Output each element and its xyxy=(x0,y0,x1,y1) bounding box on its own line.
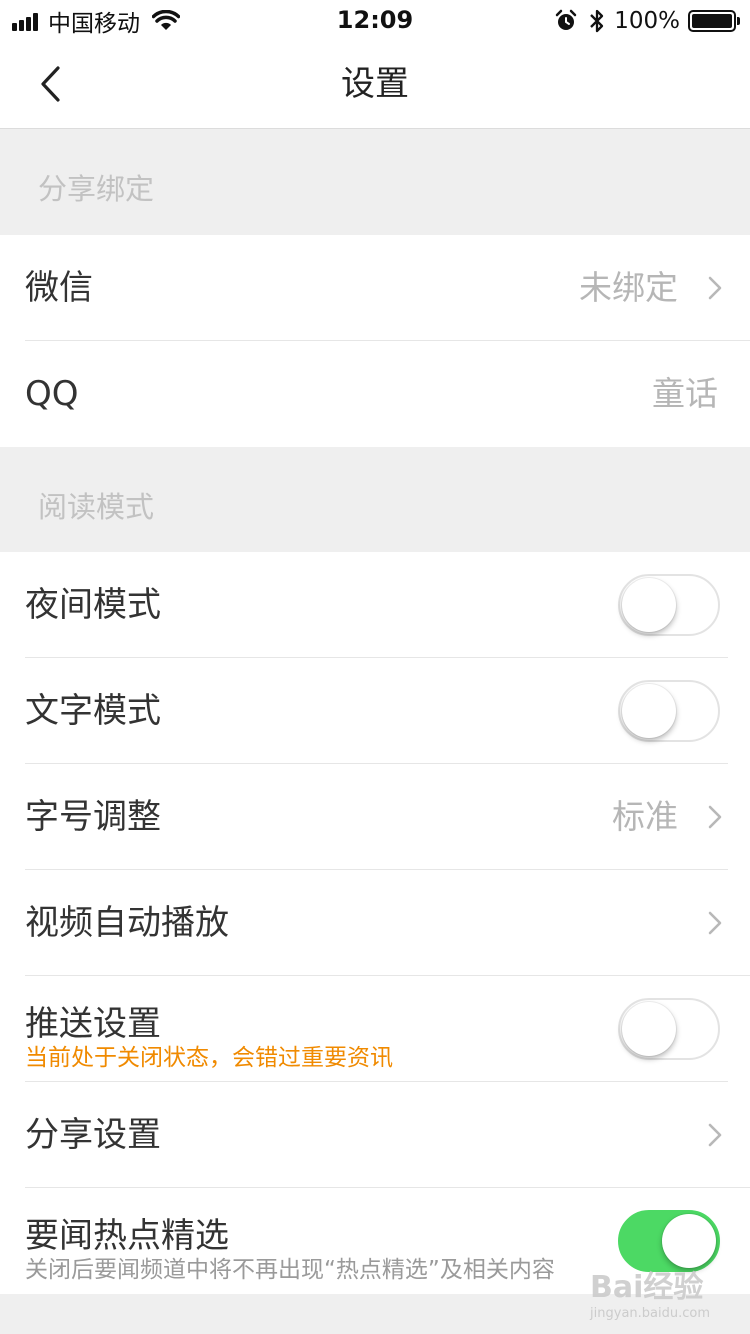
bluetooth-icon xyxy=(590,9,604,33)
chevron-right-icon xyxy=(708,911,722,935)
row-wechat[interactable]: 微信 未绑定 xyxy=(0,235,750,341)
chevron-right-icon xyxy=(708,805,722,829)
row-text-mode: 文字模式 xyxy=(0,658,750,764)
alarm-icon xyxy=(555,9,577,30)
row-label: 视频自动播放 xyxy=(25,903,229,943)
nav-bar: 设置 xyxy=(0,40,750,129)
row-value: 童话 xyxy=(652,374,718,413)
toggle-knob xyxy=(622,1002,676,1056)
row-label: 分享设置 xyxy=(25,1115,161,1155)
section-label: 阅读模式 xyxy=(38,490,155,524)
page-title: 设置 xyxy=(341,64,409,104)
toggle-knob xyxy=(622,684,676,738)
row-value: 未绑定 xyxy=(579,268,678,307)
chevron-right-icon xyxy=(708,276,722,300)
status-bar: 中国移动 12:09 100% xyxy=(0,0,750,40)
push-toggle[interactable] xyxy=(618,998,720,1060)
row-value: 标准 xyxy=(612,797,678,836)
text-mode-toggle[interactable] xyxy=(618,680,720,742)
section-label: 分享绑定 xyxy=(38,172,155,206)
toggle-knob xyxy=(662,1214,716,1268)
row-night-mode: 夜间模式 xyxy=(0,552,750,658)
row-subtitle: 关闭后要闻频道中将不再出现“热点精选”及相关内容 xyxy=(25,1257,555,1283)
status-right: 100% xyxy=(554,6,740,36)
row-label: 字号调整 xyxy=(25,797,161,837)
row-label: QQ xyxy=(25,374,79,414)
row-qq[interactable]: QQ 童话 xyxy=(0,341,750,447)
row-label: 微信 xyxy=(25,268,93,308)
row-label: 文字模式 xyxy=(25,691,161,731)
night-mode-toggle[interactable] xyxy=(618,574,720,636)
baidu-jingyan-watermark: Bai经验 jingyan.baidu.com xyxy=(590,1262,710,1321)
row-video-autoplay[interactable]: 视频自动播放 xyxy=(0,870,750,976)
row-subtitle-warning: 当前处于关闭状态，会错过重要资讯 xyxy=(25,1045,393,1071)
battery-percent: 100% xyxy=(614,8,680,34)
battery-icon xyxy=(688,10,740,32)
section-header-reading-mode: 阅读模式 xyxy=(0,447,750,552)
row-label: 夜间模式 xyxy=(25,585,161,625)
row-font-size[interactable]: 字号调整 标准 xyxy=(0,764,750,870)
watermark-brand: Bai经验 xyxy=(590,1270,704,1305)
section-header-share-binding: 分享绑定 xyxy=(0,130,750,235)
watermark-url: jingyan.baidu.com xyxy=(590,1306,710,1321)
chevron-right-icon xyxy=(708,1123,722,1147)
toggle-knob xyxy=(622,578,676,632)
row-share-settings[interactable]: 分享设置 xyxy=(0,1082,750,1188)
row-push-settings: 推送设置 当前处于关闭状态，会错过重要资讯 xyxy=(0,976,750,1082)
